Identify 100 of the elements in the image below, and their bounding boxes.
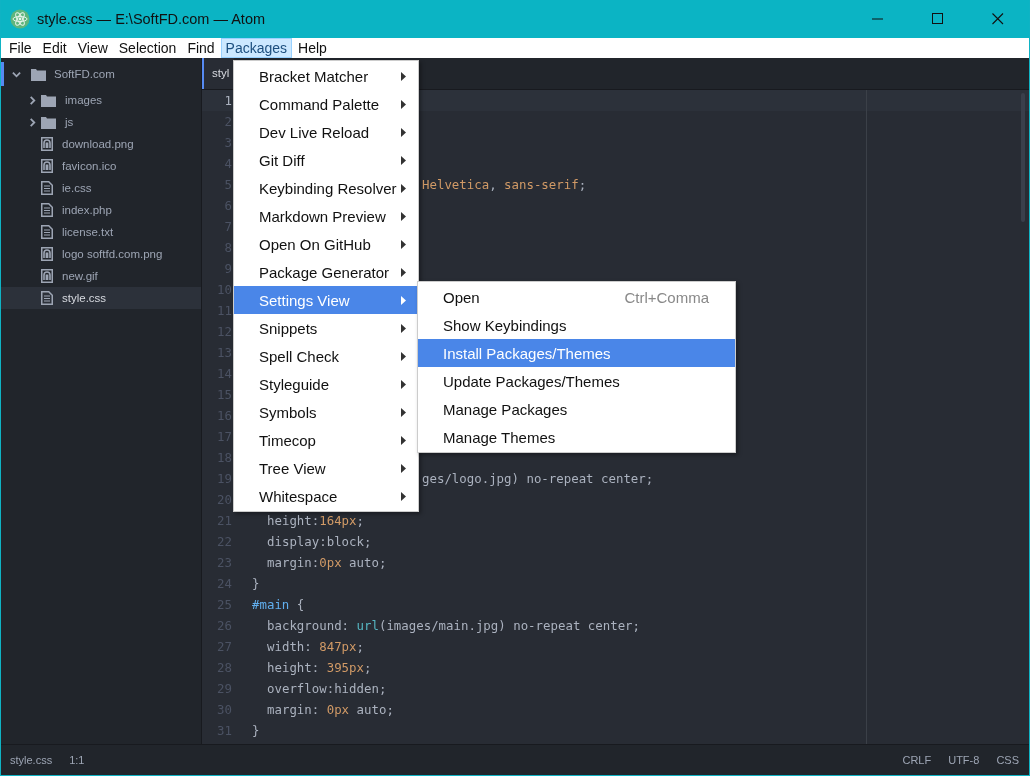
text-file-icon xyxy=(41,291,53,305)
tree-item[interactable]: style.css xyxy=(1,287,201,309)
menu-item[interactable]: Manage Themes xyxy=(418,423,735,451)
code-line: margin:0px auto; xyxy=(267,555,387,570)
menu-item[interactable]: Open Ctrl+Comma xyxy=(418,283,735,311)
tree-item[interactable]: js xyxy=(1,111,201,133)
submenu-arrow-icon xyxy=(401,323,406,333)
menu-bar-item[interactable]: Find xyxy=(182,38,220,58)
code-line: height:164px; xyxy=(267,513,364,528)
folder-name: SoftFD.com xyxy=(54,68,115,80)
code-line: height: 395px; xyxy=(267,660,372,675)
tree-item[interactable]: download.png xyxy=(1,133,201,155)
menu-item[interactable]: Symbols xyxy=(234,398,418,426)
submenu-arrow-icon xyxy=(401,239,406,249)
cursor-position[interactable]: 1:1 xyxy=(69,754,85,766)
submenu-arrow-icon xyxy=(401,155,406,165)
submenu-arrow-icon xyxy=(401,379,406,389)
menu-item[interactable]: Git Diff xyxy=(234,146,418,174)
code-line: margin: 0px auto; xyxy=(267,702,394,717)
menu-item[interactable]: Timecop xyxy=(234,426,418,454)
text-file-icon xyxy=(41,203,53,217)
menu-item[interactable]: Tree View xyxy=(234,454,418,482)
menu-item[interactable]: Settings View xyxy=(234,286,418,314)
folder-icon xyxy=(41,115,56,129)
text-file-icon xyxy=(41,181,53,195)
keyboard-shortcut: Ctrl+Comma xyxy=(624,288,710,306)
tree-item[interactable]: logo softfd.com.png xyxy=(1,243,201,265)
grammar[interactable]: CSS xyxy=(996,754,1019,766)
file-name: index.php xyxy=(62,204,112,216)
menu-item[interactable]: Dev Live Reload xyxy=(234,118,418,146)
code-line: background: url(images/main.jpg) no-repeat center; xyxy=(267,618,640,633)
image-file-icon xyxy=(41,159,53,173)
text-file-icon xyxy=(41,225,53,239)
menu-bar-item[interactable]: View xyxy=(72,38,113,58)
code-line: Helvetica, sans-serif; xyxy=(422,177,587,192)
status-file-name[interactable]: style.css xyxy=(10,754,53,766)
submenu-arrow-icon xyxy=(401,267,406,277)
menu-item[interactable]: Package Generator xyxy=(234,258,418,286)
file-name: images xyxy=(65,94,103,106)
menu-item[interactable]: Markdown Preview xyxy=(234,202,418,230)
code-line: #main { xyxy=(252,597,305,612)
line-ending[interactable]: CRLF xyxy=(902,754,932,766)
submenu-arrow-icon xyxy=(401,71,406,81)
atom-logo-icon xyxy=(10,9,30,29)
menu-item[interactable]: Command Palette xyxy=(234,90,418,118)
code-line: } xyxy=(252,723,260,738)
tree-item[interactable]: new.gif xyxy=(1,265,201,287)
tree-item[interactable]: favicon.ico xyxy=(1,155,201,177)
submenu-arrow-icon xyxy=(401,295,406,305)
file-name: new.gif xyxy=(62,270,98,282)
menu-item[interactable]: Show Keybindings xyxy=(418,311,735,339)
file-name: style.css xyxy=(62,292,107,304)
editor-tab[interactable]: styl xyxy=(202,58,234,89)
menu-item[interactable]: Bracket Matcher xyxy=(234,62,418,90)
menu-bar-item[interactable]: Selection xyxy=(113,38,182,58)
maximize-icon[interactable] xyxy=(932,13,944,25)
menu-item[interactable]: Whitespace xyxy=(234,482,418,510)
menu-bar-item[interactable]: Help xyxy=(293,38,332,58)
submenu-arrow-icon xyxy=(401,99,406,109)
file-name: favicon.ico xyxy=(62,160,117,172)
file-name: logo softfd.com.png xyxy=(62,248,163,260)
tree-item[interactable]: ie.css xyxy=(1,177,201,199)
code-line: ges/logo.jpg) no-repeat center; xyxy=(422,471,654,486)
code-line: display:block; xyxy=(267,534,372,549)
menu-item[interactable]: Snippets xyxy=(234,314,418,342)
menu-item[interactable]: Styleguide xyxy=(234,370,418,398)
image-file-icon xyxy=(41,269,53,283)
file-name: download.png xyxy=(62,138,134,150)
menu-bar-item[interactable]: File xyxy=(4,38,37,58)
window-title: style.css — E:\SoftFD.com — Atom xyxy=(37,11,266,27)
menu-item[interactable]: Update Packages/Themes xyxy=(418,367,735,395)
submenu-arrow-icon xyxy=(401,183,406,193)
folder-icon xyxy=(41,93,56,107)
submenu-arrow-icon xyxy=(401,407,406,417)
image-file-icon xyxy=(41,137,53,151)
menu-bar-item[interactable]: Edit xyxy=(37,38,72,58)
tree-item[interactable]: images xyxy=(1,89,201,111)
file-name: js xyxy=(65,116,74,128)
file-name: ie.css xyxy=(62,182,92,194)
menu-bar-item[interactable]: Packages xyxy=(220,38,293,58)
code-line: width: 847px; xyxy=(267,639,364,654)
code-line: overflow:hidden; xyxy=(267,681,387,696)
tree-item[interactable]: index.php xyxy=(1,199,201,221)
menu-item[interactable]: Manage Packages xyxy=(418,395,735,423)
encoding[interactable]: UTF-8 xyxy=(948,754,980,766)
menu-item[interactable]: Spell Check xyxy=(234,342,418,370)
submenu-arrow-icon xyxy=(401,435,406,445)
menu-item[interactable]: Install Packages/Themes xyxy=(418,339,735,367)
menu-item[interactable]: Keybinding Resolver xyxy=(234,174,418,202)
code-line: } xyxy=(252,576,260,591)
menu-item[interactable]: Open On GitHub xyxy=(234,230,418,258)
submenu-arrow-icon xyxy=(401,491,406,501)
line-number: 1 xyxy=(223,93,232,108)
submenu-arrow-icon xyxy=(401,351,406,361)
tree-item[interactable]: license.txt xyxy=(1,221,201,243)
file-name: license.txt xyxy=(62,226,114,238)
submenu-arrow-icon xyxy=(401,211,406,221)
submenu-arrow-icon xyxy=(401,463,406,473)
image-file-icon xyxy=(41,247,53,261)
close-icon[interactable] xyxy=(992,13,1004,25)
